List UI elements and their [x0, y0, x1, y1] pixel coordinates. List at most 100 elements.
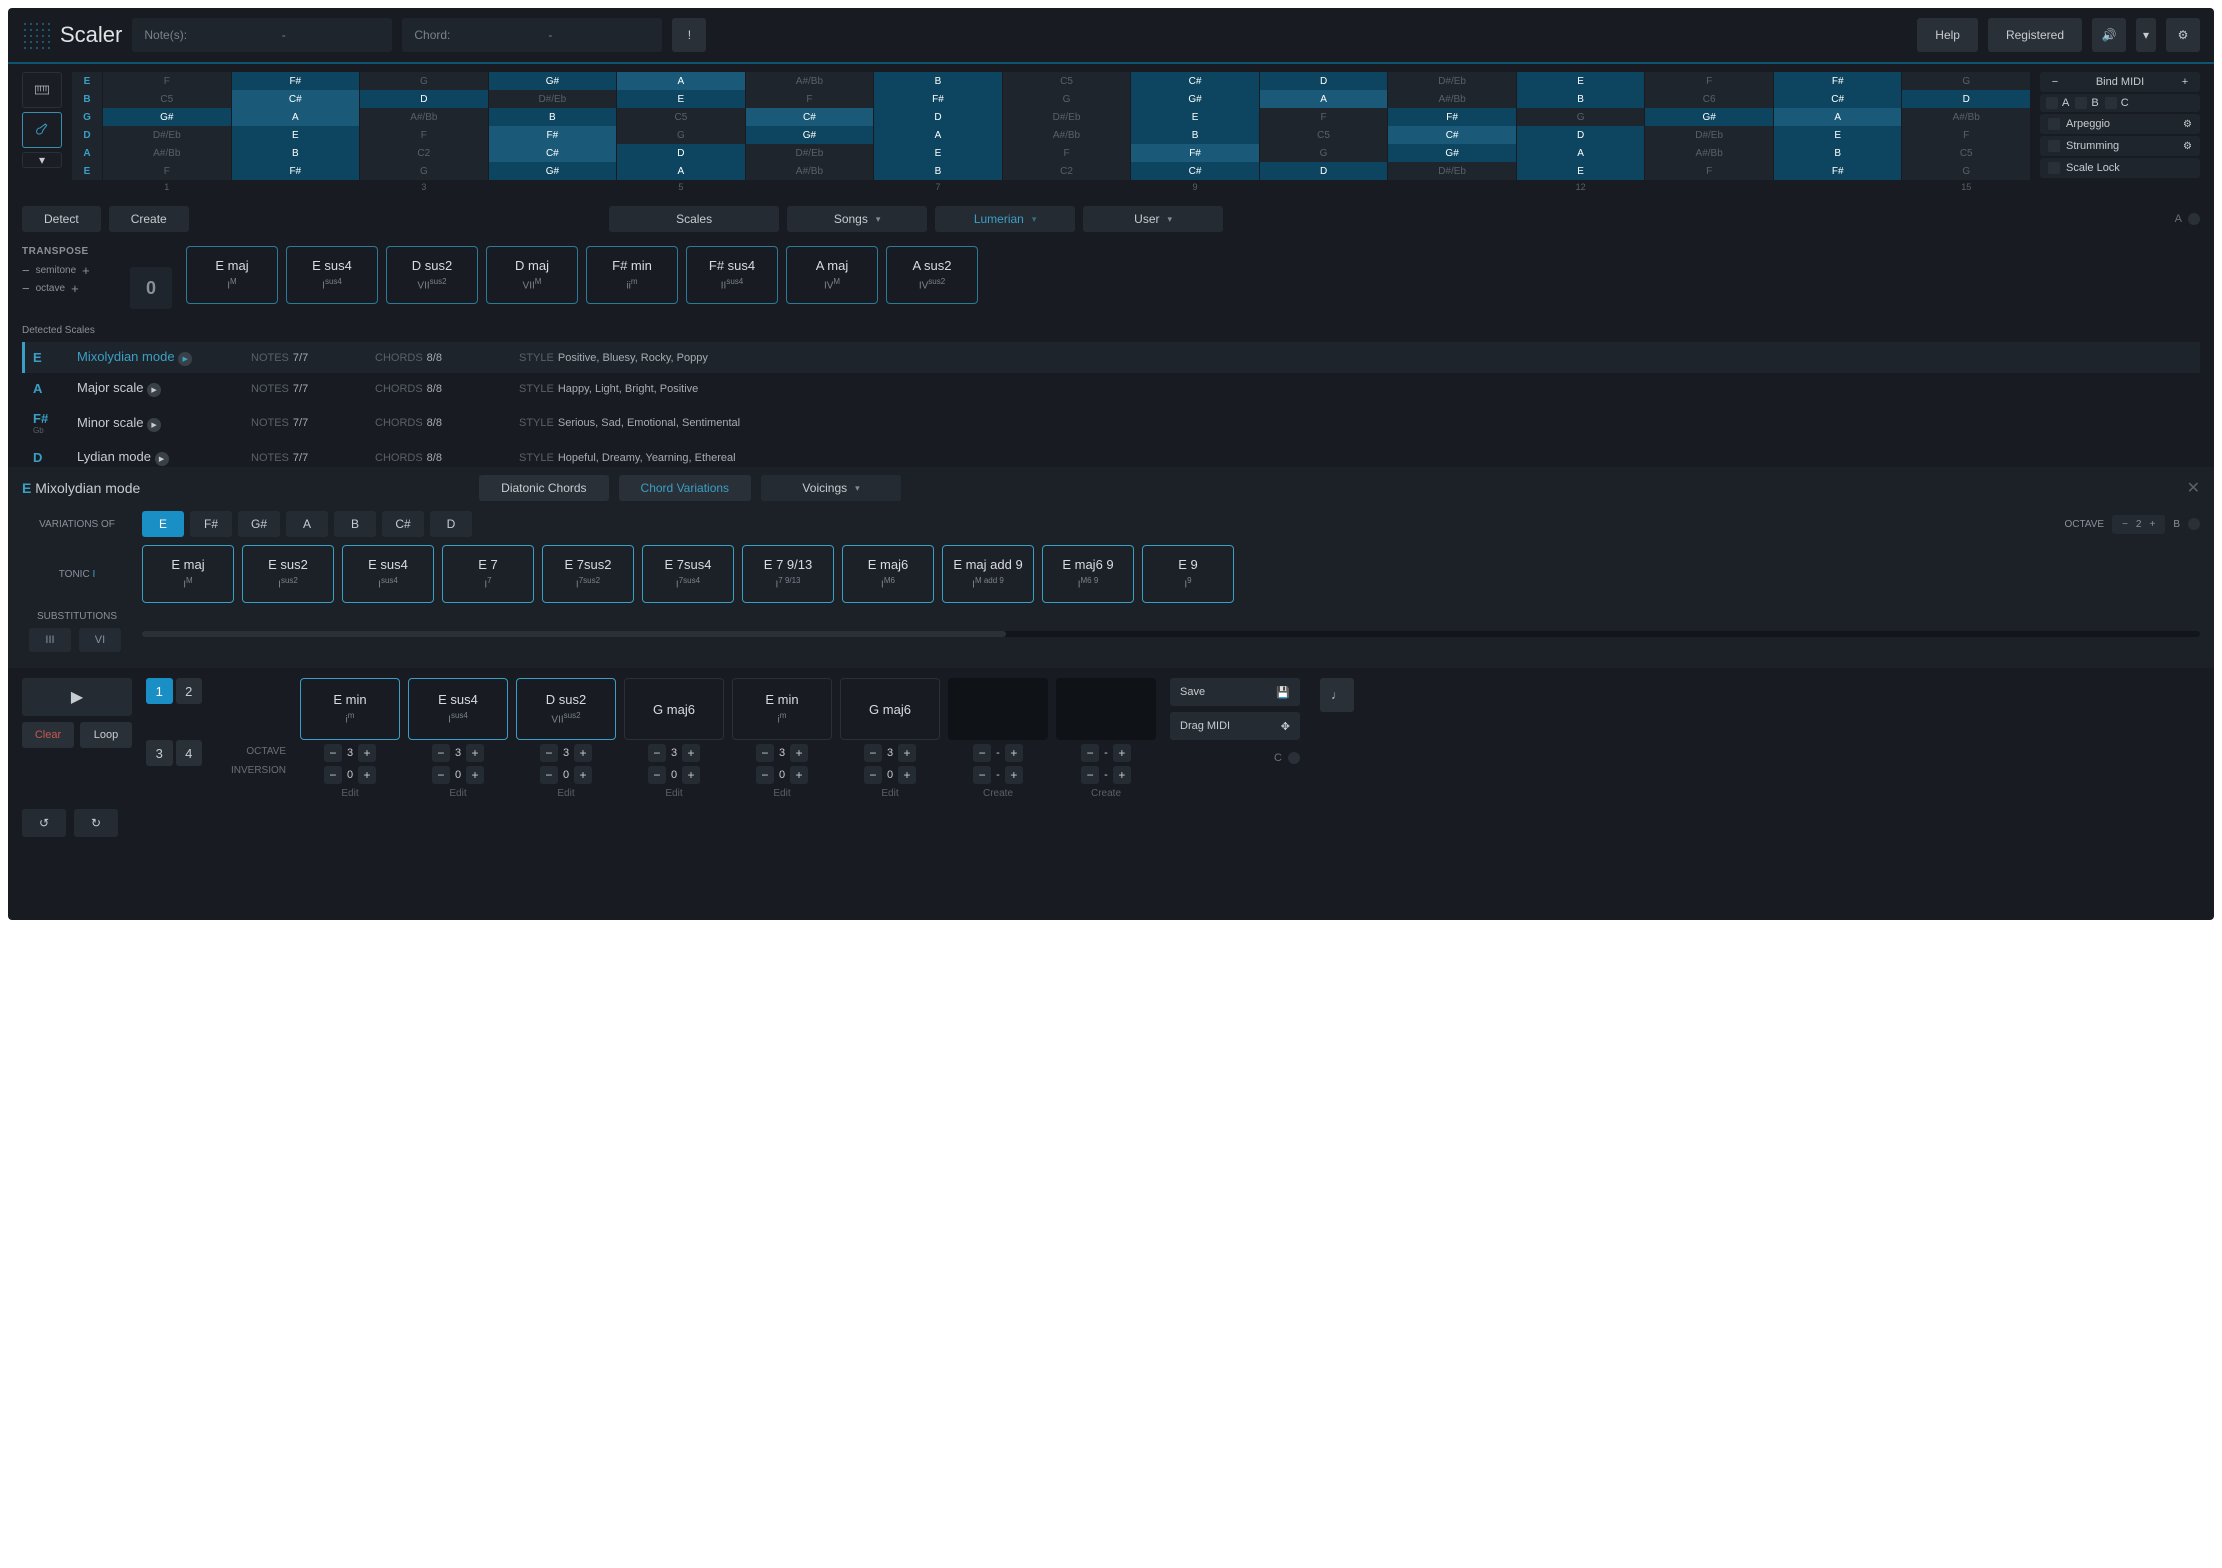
chord-pad[interactable]: F# sus4IIsus4	[686, 246, 778, 304]
bind-slot-a[interactable]: A	[2046, 97, 2069, 109]
pad-inv-minus[interactable]: −	[432, 766, 450, 784]
note-button[interactable]: A	[286, 511, 328, 537]
play-icon[interactable]: ▶	[178, 352, 192, 366]
guitar-view-button[interactable]	[22, 112, 62, 148]
note-length-button[interactable]: ♩	[1320, 678, 1354, 712]
fretboard-grid[interactable]: EFF#GG#AA#/BbBC5C#DD#/EbEFF#GBC5C#DD#/Eb…	[72, 72, 2030, 192]
variation-chord[interactable]: E 9I9	[1142, 545, 1234, 603]
chord-pad[interactable]: E sus4Isus4	[286, 246, 378, 304]
pad-oct-plus[interactable]: +	[574, 744, 592, 762]
chord-pad[interactable]: D majVIIM	[486, 246, 578, 304]
bind-slot-c[interactable]: C	[2105, 97, 2129, 109]
note-button[interactable]: B	[334, 511, 376, 537]
redo-button[interactable]: ↻	[74, 809, 118, 837]
variation-chord[interactable]: E sus2Isus2	[242, 545, 334, 603]
loop-button[interactable]: Loop	[80, 722, 132, 748]
pad-oct-plus[interactable]: +	[358, 744, 376, 762]
variation-chord[interactable]: E 7 9/13I7 9/13	[742, 545, 834, 603]
pad-oct-plus[interactable]: +	[682, 744, 700, 762]
pad-oct-minus[interactable]: −	[648, 744, 666, 762]
page-button[interactable]: 1	[146, 678, 173, 704]
pad-inv-minus[interactable]: −	[973, 766, 991, 784]
play-icon[interactable]: ▶	[147, 418, 161, 432]
substitution-button[interactable]: III	[29, 628, 71, 652]
progression-pad[interactable]	[948, 678, 1048, 740]
drag-midi-button[interactable]: Drag MIDI✥	[1170, 712, 1300, 740]
pad-edit[interactable]: Create	[1091, 788, 1121, 799]
undo-button[interactable]: ↺	[22, 809, 66, 837]
sliders-icon[interactable]: ⚙	[2183, 119, 2192, 130]
pad-inv-plus[interactable]: +	[1113, 766, 1131, 784]
progression-pad[interactable]	[1056, 678, 1156, 740]
scale-row[interactable]: DLydian mode ▶NOTES7/7CHORDS8/8STYLEHope…	[22, 442, 2200, 467]
play-icon[interactable]: ▶	[147, 383, 161, 397]
pad-inv-plus[interactable]: +	[1005, 766, 1023, 784]
pad-oct-minus[interactable]: −	[324, 744, 342, 762]
variation-chord[interactable]: E 7sus2I7sus2	[542, 545, 634, 603]
pad-inv-minus[interactable]: −	[1081, 766, 1099, 784]
chord-pad[interactable]: A majIVM	[786, 246, 878, 304]
pad-oct-minus[interactable]: −	[973, 744, 991, 762]
registered-button[interactable]: Registered	[1988, 18, 2082, 52]
play-button[interactable]: ▶	[22, 678, 132, 716]
note-button[interactable]: E	[142, 511, 184, 537]
scrollbar[interactable]	[142, 631, 2200, 637]
bind-slot-b[interactable]: B	[2075, 97, 2098, 109]
user-dropdown[interactable]: User	[1083, 206, 1223, 232]
scale-row[interactable]: F#GbMinor scale ▶NOTES7/7CHORDS8/8STYLES…	[22, 404, 2200, 442]
semitone-plus[interactable]: +	[82, 263, 90, 278]
pad-oct-minus[interactable]: −	[864, 744, 882, 762]
voicings-dropdown[interactable]: Voicings	[761, 475, 901, 501]
variation-chord[interactable]: E majIM	[142, 545, 234, 603]
chord-pad[interactable]: D sus2VIIsus2	[386, 246, 478, 304]
scales-filter[interactable]: Scales	[609, 206, 779, 232]
keyboard-view-button[interactable]	[22, 72, 62, 108]
diatonic-tab[interactable]: Diatonic Chords	[479, 475, 608, 501]
view-dropdown[interactable]: ▾	[22, 152, 62, 168]
pad-oct-minus[interactable]: −	[540, 744, 558, 762]
help-button[interactable]: Help	[1917, 18, 1978, 52]
note-button[interactable]: D	[430, 511, 472, 537]
chord-pad[interactable]: F# miniim	[586, 246, 678, 304]
pad-inv-plus[interactable]: +	[358, 766, 376, 784]
pad-edit[interactable]: Edit	[881, 788, 898, 799]
bind-minus[interactable]: −	[2048, 76, 2062, 88]
pad-edit[interactable]: Edit	[449, 788, 466, 799]
note-button[interactable]: F#	[190, 511, 232, 537]
pad-oct-minus[interactable]: −	[756, 744, 774, 762]
pad-oct-plus[interactable]: +	[1113, 744, 1131, 762]
pad-inv-minus[interactable]: −	[648, 766, 666, 784]
chord-pad[interactable]: A sus2IVsus2	[886, 246, 978, 304]
variation-chord[interactable]: E sus4Isus4	[342, 545, 434, 603]
pad-oct-minus[interactable]: −	[432, 744, 450, 762]
progression-pad[interactable]: D sus2VIIsus2	[516, 678, 616, 740]
variation-chord[interactable]: E maj6IM6	[842, 545, 934, 603]
variation-chord[interactable]: E maj6 9IM6 9	[1042, 545, 1134, 603]
page-button[interactable]: 4	[176, 740, 203, 766]
pad-inv-minus[interactable]: −	[864, 766, 882, 784]
variation-chord[interactable]: E maj add 9IM add 9	[942, 545, 1034, 603]
pad-inv-plus[interactable]: +	[574, 766, 592, 784]
pad-edit[interactable]: Edit	[773, 788, 790, 799]
progression-pad[interactable]: E minim	[732, 678, 832, 740]
clear-button[interactable]: Clear	[22, 722, 74, 748]
close-icon[interactable]: ✕	[2187, 478, 2200, 498]
pad-oct-plus[interactable]: +	[466, 744, 484, 762]
play-icon[interactable]: ▶	[155, 452, 169, 466]
pad-edit[interactable]: Edit	[557, 788, 574, 799]
pad-oct-plus[interactable]: +	[898, 744, 916, 762]
scalelock-toggle[interactable]: Scale Lock	[2040, 158, 2200, 178]
create-tab[interactable]: Create	[109, 206, 189, 232]
alert-button[interactable]: !	[672, 18, 706, 52]
settings-button[interactable]: ⚙	[2166, 18, 2200, 52]
artist-dropdown[interactable]: Lumerian	[935, 206, 1075, 232]
bind-plus[interactable]: +	[2178, 76, 2192, 88]
arpeggio-toggle[interactable]: Arpeggio⚙	[2040, 114, 2200, 134]
progression-pad[interactable]: G maj6	[840, 678, 940, 740]
var-oct-plus[interactable]: +	[2149, 519, 2155, 530]
octave-minus[interactable]: −	[22, 281, 30, 296]
detect-tab[interactable]: Detect	[22, 206, 101, 232]
pad-inv-minus[interactable]: −	[540, 766, 558, 784]
variation-chord[interactable]: E 7I7	[442, 545, 534, 603]
pad-inv-plus[interactable]: +	[790, 766, 808, 784]
